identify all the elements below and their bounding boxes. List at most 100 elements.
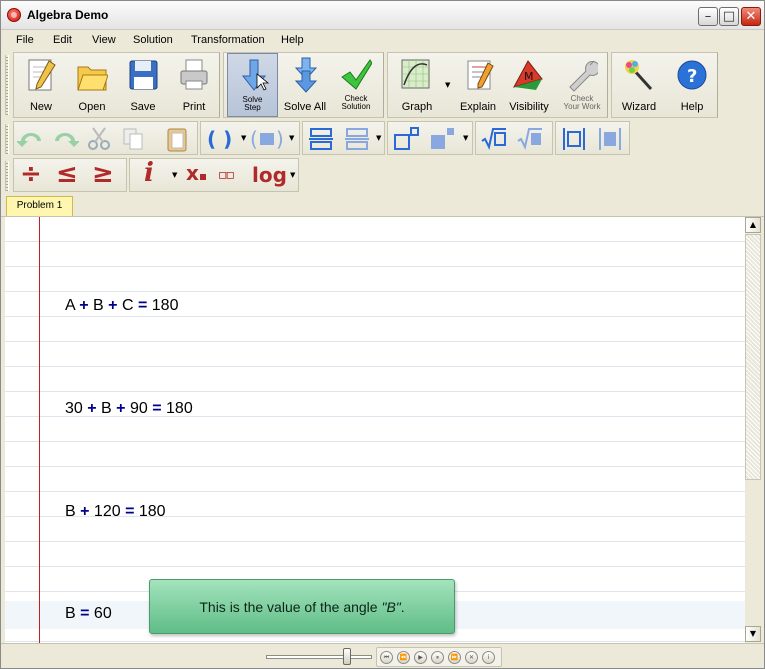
less-equal-icon[interactable]: ≤ [56, 159, 78, 189]
equation-3[interactable]: B + 120 = 180 [65, 503, 166, 521]
print-button[interactable]: Print [168, 53, 220, 117]
toolbar-grip[interactable] [5, 161, 9, 191]
pause-icon[interactable]: ⏸ [431, 651, 444, 664]
exponent-box-icon[interactable] [428, 125, 456, 153]
magic-wand-icon [625, 60, 653, 91]
brackets-group: ( ) ▼ () ▼ [200, 121, 300, 155]
playback-controls: ⏮ ⏪ ▶ ⏸ ⏩ ✕ i [376, 647, 502, 667]
menu-solution[interactable]: Solution [133, 34, 173, 46]
solve-all-button[interactable]: Solve All [280, 53, 330, 117]
log-dropdown-icon[interactable]: ▼ [290, 171, 295, 179]
info-circle-icon[interactable]: i [482, 651, 495, 664]
minimize-button[interactable]: – [698, 7, 718, 26]
title-bar: Algebra Demo – □ ✕ [1, 1, 764, 30]
solve-all-label: Solve All [283, 101, 327, 113]
fraction-box-icon[interactable] [343, 125, 371, 153]
toolbar-grip[interactable] [5, 55, 9, 115]
equation-4[interactable]: B = 60 [65, 605, 112, 623]
visibility-icon: M [512, 60, 543, 90]
maximize-button[interactable]: □ [719, 7, 739, 26]
grouped-brackets-icon[interactable]: () [249, 125, 287, 153]
visibility-label: Visibility [509, 101, 549, 113]
svg-text:?: ? [687, 66, 697, 87]
grouped-brackets-dropdown-icon[interactable]: ▼ [289, 134, 294, 142]
svg-text:(: ( [250, 127, 258, 151]
graph-button[interactable]: Graph [389, 53, 445, 117]
tooltip-text: This is the value of the angle "B". [199, 599, 405, 615]
exponent-dropdown-icon[interactable]: ▼ [463, 134, 468, 142]
speed-slider-track[interactable] [266, 655, 372, 659]
undo-icon[interactable] [17, 125, 45, 153]
parentheses-dropdown-icon[interactable]: ▼ [241, 134, 246, 142]
absolute-value-icon[interactable] [560, 125, 588, 153]
scroll-down-button[interactable]: ▼ [745, 626, 761, 642]
redo-icon[interactable] [51, 125, 79, 153]
speed-slider-thumb[interactable] [343, 648, 351, 665]
fraction-group: ▼ [302, 121, 385, 155]
solve-step-label: Solve Step [242, 95, 263, 112]
paste-icon[interactable] [163, 125, 191, 153]
scroll-up-button[interactable]: ▲ [745, 217, 761, 233]
scrollbar-track[interactable] [745, 480, 761, 626]
absolute-box-icon[interactable] [596, 125, 624, 153]
insert-group: i ▼ x ▫▫ log ▼ [129, 158, 299, 192]
menu-file[interactable]: File [16, 34, 34, 46]
new-button[interactable]: New [15, 53, 67, 117]
window-title: Algebra Demo [27, 8, 109, 22]
svg-text:): ) [276, 127, 284, 151]
visibility-button[interactable]: M Visibility [502, 53, 556, 117]
scrollbar-thumb[interactable] [745, 234, 761, 480]
greater-equal-icon[interactable]: ≥ [92, 159, 114, 189]
exponent-group: ▼ [387, 121, 473, 155]
new-document-icon [28, 59, 56, 91]
menu-edit[interactable]: Edit [53, 34, 72, 46]
stop-icon[interactable]: ✕ [465, 651, 478, 664]
nth-root-icon[interactable] [516, 125, 544, 153]
check-your-work-button[interactable]: Check Your Work [556, 53, 608, 117]
wizard-button[interactable]: Wizard [613, 53, 665, 117]
first-step-icon[interactable]: ⏮ [380, 651, 393, 664]
info-icon[interactable]: i [144, 158, 154, 188]
fast-forward-icon[interactable]: ⏩ [448, 651, 461, 664]
play-icon[interactable]: ▶ [414, 651, 427, 664]
wrench-icon [569, 60, 598, 92]
edit-toolbar: ( ) ▼ () ▼ ▼ ▼ [1, 120, 764, 157]
exponent-icon[interactable] [392, 125, 420, 153]
tab-strip: Problem 1 [1, 194, 764, 217]
close-button[interactable]: ✕ [741, 7, 761, 26]
menu-transformation[interactable]: Transformation [191, 34, 265, 46]
parentheses-icon[interactable]: ( ) [205, 125, 233, 153]
tab-problem-1[interactable]: Problem 1 [6, 196, 73, 216]
menu-view[interactable]: View [92, 34, 116, 46]
equation-1[interactable]: A + B + C = 180 [65, 297, 178, 315]
explanation-tooltip: This is the value of the angle "B". [149, 579, 455, 634]
save-button[interactable]: Save [117, 53, 169, 117]
wizard-label: Wizard [621, 101, 657, 113]
fraction-line-icon[interactable] [307, 125, 335, 153]
svg-text:( ): ( ) [207, 127, 232, 151]
solve-group: Solve Step Solve All Check Solution [223, 52, 384, 118]
open-button[interactable]: Open [66, 53, 118, 117]
info-dropdown-icon[interactable]: ▼ [172, 171, 177, 179]
cut-icon[interactable] [85, 125, 113, 153]
main-toolbar: New Open Save Print Solve Step Solve All… [1, 51, 764, 119]
subscript-icon[interactable]: x [186, 161, 206, 185]
equation-2[interactable]: 30 + B + 90 = 180 [65, 400, 193, 418]
fraction-dropdown-icon[interactable]: ▼ [376, 134, 381, 142]
square-root-icon[interactable] [480, 125, 508, 153]
solve-step-button[interactable]: Solve Step [227, 53, 278, 117]
svg-text:M: M [524, 70, 534, 83]
vertical-scrollbar[interactable]: ▲ ▼ [745, 217, 761, 643]
copy-icon[interactable] [119, 125, 147, 153]
divide-icon[interactable]: ÷ [20, 159, 42, 189]
rewind-icon[interactable]: ⏪ [397, 651, 410, 664]
wizard-group: Wizard ? Help [611, 52, 718, 118]
graph-dropdown-icon[interactable]: ▼ [445, 81, 450, 89]
explain-button[interactable]: Explain [454, 53, 502, 117]
menu-help[interactable]: Help [281, 34, 304, 46]
fraction-template-icon[interactable]: ▫▫ [218, 167, 235, 183]
help-button[interactable]: ? Help [666, 53, 718, 117]
toolbar-grip[interactable] [5, 124, 9, 154]
log-icon[interactable]: log [252, 163, 287, 187]
check-solution-button[interactable]: Check Solution [330, 53, 382, 117]
